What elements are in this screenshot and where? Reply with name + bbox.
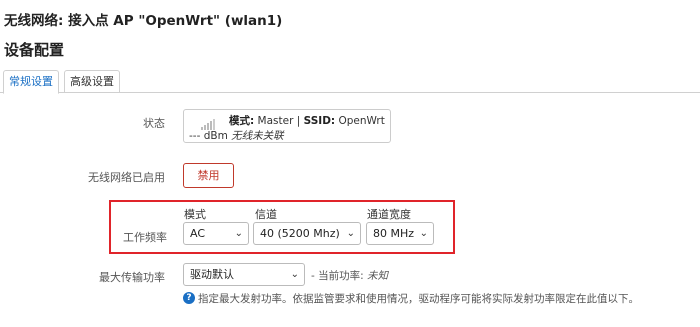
tx-power-select-value: 驱动默认 — [190, 268, 234, 281]
tx-power-label: 最大传输功率 — [99, 271, 165, 284]
width-sublabel: 通道宽度 — [367, 208, 411, 221]
tab-bar: 常规设置 高级设置 — [0, 69, 700, 94]
mode-select[interactable]: AC ⌄ — [183, 222, 249, 245]
current-power: - 当前功率: 未知 — [311, 268, 388, 283]
mode-value: Master — [257, 115, 294, 127]
channel-width-select[interactable]: 80 MHz ⌄ — [366, 222, 434, 245]
mode-key: 模式: — [229, 115, 255, 127]
width-select-value: 80 MHz — [373, 227, 415, 240]
chevron-down-icon: ⌄ — [234, 228, 243, 239]
help-icon: ? — [183, 292, 195, 304]
disable-wireless-button[interactable]: 禁用 — [183, 163, 234, 188]
status-box: 模式: Master | SSID: OpenWrt --- dBm 无线未关联 — [183, 109, 391, 143]
tab-general-settings[interactable]: 常规设置 — [3, 70, 59, 94]
chevron-down-icon: ⌄ — [346, 228, 355, 239]
current-power-prefix: - 当前功率: — [311, 270, 364, 282]
status-label: 状态 — [143, 117, 165, 130]
channel-sublabel: 信道 — [255, 208, 277, 221]
tab-advanced-settings[interactable]: 高级设置 — [64, 70, 120, 93]
current-power-value: 未知 — [367, 270, 389, 282]
tx-power-select[interactable]: 驱动默认 ⌄ — [183, 263, 305, 286]
tx-power-help-text: 指定最大发射功率。依据监管要求和使用情况，驱动程序可能将实际发射功率限定在此值以… — [198, 293, 639, 305]
channel-select-value: 40 (5200 Mhz) — [260, 227, 340, 240]
frequency-label: 工作频率 — [123, 231, 167, 244]
status-separator: | — [296, 115, 301, 127]
channel-select[interactable]: 40 (5200 Mhz) ⌄ — [253, 222, 361, 245]
mode-select-value: AC — [190, 227, 206, 240]
chevron-down-icon: ⌄ — [419, 228, 428, 239]
ssid-key: SSID: — [303, 115, 336, 127]
ssid-value: OpenWrt — [338, 115, 385, 127]
dbm-value: --- dBm — [189, 130, 228, 142]
mode-sublabel: 模式 — [184, 208, 206, 221]
section-title: 设备配置 — [4, 41, 65, 59]
chevron-down-icon: ⌄ — [290, 269, 299, 280]
wireless-enabled-label: 无线网络已启用 — [88, 171, 165, 184]
status-signal-line: --- dBm 无线未关联 — [189, 128, 284, 143]
page-heading: 无线网络: 接入点 AP "OpenWrt" (wlan1) — [4, 13, 283, 29]
page-root: 无线网络: 接入点 AP "OpenWrt" (wlan1) 设备配置 常规设置… — [0, 0, 700, 327]
association-state: 无线未关联 — [231, 130, 284, 142]
status-mode-ssid: 模式: Master | SSID: OpenWrt — [229, 113, 385, 128]
